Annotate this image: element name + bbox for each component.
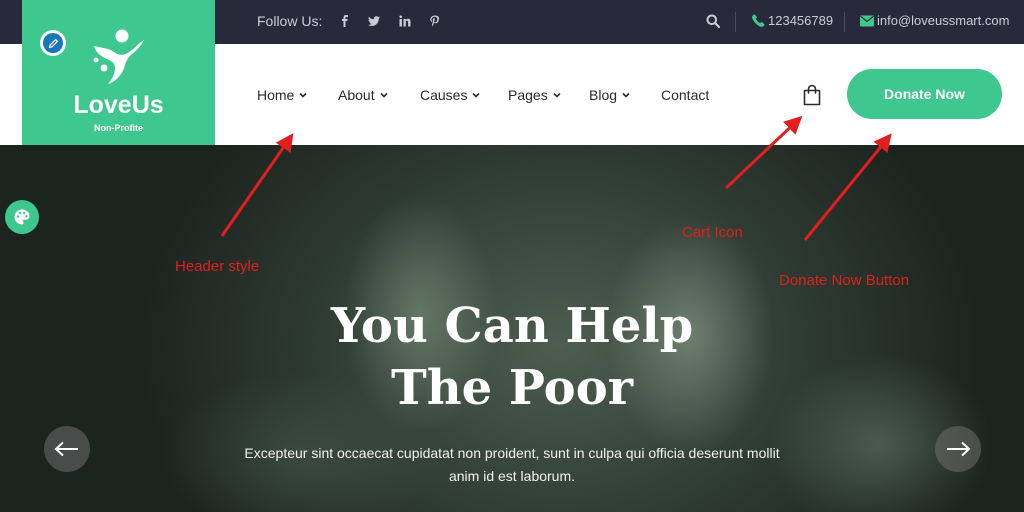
donate-now-button[interactable]: Donate Now xyxy=(847,69,1002,119)
hero-title: You Can Help The Poor xyxy=(0,295,1024,419)
chevron-down-icon xyxy=(553,92,561,98)
color-switcher-button[interactable] xyxy=(5,200,39,234)
annotation-header-style: Header style xyxy=(175,258,260,275)
nav-item-label: Blog xyxy=(589,87,618,103)
edit-button[interactable] xyxy=(40,30,66,56)
arrow-right-icon xyxy=(947,441,971,457)
hero-description-line: Excepteur sint occaecat cupidatat non pr… xyxy=(244,445,780,461)
palette-icon xyxy=(14,209,30,225)
nav-item-contact[interactable]: Contact xyxy=(661,86,709,104)
hero-slider: You Can Help The Poor Excepteur sint occ… xyxy=(0,145,1024,512)
phone-number[interactable]: 123456789 xyxy=(768,13,833,28)
arrow-left-icon xyxy=(54,441,78,457)
chevron-down-icon xyxy=(299,92,307,98)
chevron-down-icon xyxy=(380,92,388,98)
phone-icon xyxy=(752,14,765,27)
search-icon[interactable] xyxy=(706,14,720,28)
annotation-cart-icon: Cart Icon xyxy=(682,224,743,241)
hero-title-line: The Poor xyxy=(391,360,633,416)
follow-us-label: Follow Us: xyxy=(257,13,323,29)
logo-title: LoveUs xyxy=(73,91,164,119)
nav-item-home[interactable]: Home xyxy=(257,86,307,104)
cart-icon[interactable] xyxy=(802,84,822,106)
nav-item-about[interactable]: About xyxy=(338,86,388,104)
hero-description-line: anim id est laborum. xyxy=(448,468,576,484)
nav-item-blog[interactable]: Blog xyxy=(589,86,630,104)
slider-next-button[interactable] xyxy=(935,426,981,472)
facebook-icon[interactable] xyxy=(337,12,353,30)
nav-item-label: Pages xyxy=(508,87,548,103)
linkedin-icon[interactable] xyxy=(397,12,413,30)
pencil-icon xyxy=(48,38,58,48)
nav-item-pages[interactable]: Pages xyxy=(508,86,561,104)
chevron-down-icon xyxy=(622,92,630,98)
logo-subtitle: Non-Profite xyxy=(94,123,143,133)
hero-description: Excepteur sint occaecat cupidatat non pr… xyxy=(232,442,792,488)
nav-item-label: Home xyxy=(257,87,295,103)
slider-prev-button[interactable] xyxy=(44,426,90,472)
logo-mark-icon xyxy=(93,29,144,84)
chevron-down-icon xyxy=(472,92,481,98)
topbar-divider xyxy=(735,12,736,32)
topbar-divider xyxy=(844,12,845,32)
email-address[interactable]: info@loveussmart.com xyxy=(877,13,1009,28)
hero-title-line: You Can Help xyxy=(330,298,694,354)
nav-item-label: Causes xyxy=(420,87,468,103)
nav-item-label: About xyxy=(338,87,375,103)
twitter-icon[interactable] xyxy=(366,12,382,30)
annotation-donate-button: Donate Now Button xyxy=(779,272,910,289)
nav-item-causes[interactable]: Causes xyxy=(420,86,481,104)
pinterest-icon[interactable] xyxy=(427,12,443,30)
nav-item-label: Contact xyxy=(661,87,710,103)
envelope-icon xyxy=(860,15,874,27)
